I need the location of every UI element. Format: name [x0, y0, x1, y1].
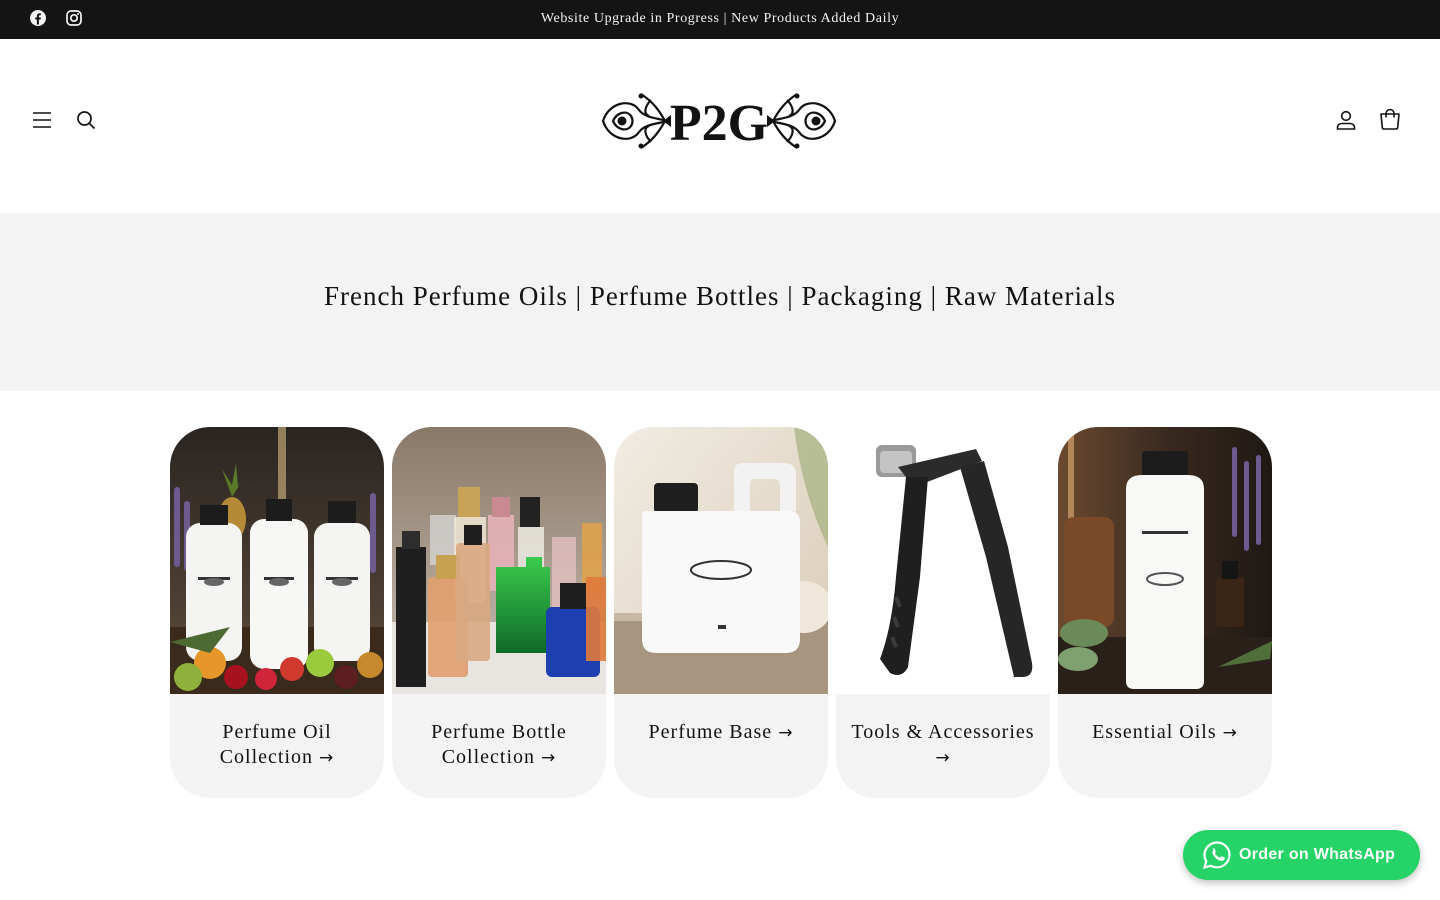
account-icon[interactable] — [1334, 108, 1358, 132]
menu-icon[interactable] — [30, 108, 54, 132]
arrow-right-icon: → — [935, 748, 951, 768]
collection-title[interactable]: Perfume Base → — [626, 720, 816, 746]
arrow-right-icon: → — [541, 748, 557, 768]
whatsapp-order-button[interactable]: Order on WhatsApp — [1183, 830, 1420, 880]
svg-text:P2G: P2G — [670, 95, 768, 152]
collection-title[interactable]: Perfume Oil Collection → — [182, 720, 372, 771]
collection-card-tools-accessories[interactable]: Tools & Accessories → — [836, 427, 1050, 798]
search-icon[interactable] — [74, 108, 98, 132]
collection-list: Perfume Oil Collection → Perfume Bottle … — [170, 427, 1272, 798]
collection-card-perfume-base[interactable]: Perfume Base → — [614, 427, 828, 798]
site-logo[interactable]: P2G — [597, 88, 841, 154]
arrow-right-icon: → — [319, 748, 335, 768]
collection-card-perfume-oil[interactable]: Perfume Oil Collection → — [170, 427, 384, 798]
whatsapp-label: Order on WhatsApp — [1239, 846, 1396, 863]
site-header: P2G — [0, 39, 1440, 213]
announcement-message: Website Upgrade in Progress | New Produc… — [540, 11, 900, 26]
collection-card-perfume-bottle[interactable]: Perfume Bottle Collection → — [392, 427, 606, 798]
crimper-tool-image — [836, 427, 1050, 694]
arrow-right-icon: → — [778, 723, 794, 743]
banner-title: French Perfume Oils | Perfume Bottles | … — [323, 281, 1117, 311]
whatsapp-icon — [1202, 840, 1232, 870]
hero-banner: French Perfume Oils | Perfume Bottles | … — [0, 213, 1440, 391]
perfume-oil-image — [170, 427, 384, 694]
announcement-bar: Website Upgrade in Progress | New Produc… — [0, 0, 1440, 39]
perfume-bottle-image — [392, 427, 606, 694]
collection-title[interactable]: Essential Oils → — [1070, 720, 1260, 746]
arrow-right-icon: → — [1222, 723, 1238, 743]
collection-title[interactable]: Tools & Accessories → — [848, 720, 1038, 771]
collection-title[interactable]: Perfume Bottle Collection → — [404, 720, 594, 771]
essential-oils-image — [1058, 427, 1272, 694]
cart-icon[interactable] — [1378, 108, 1402, 132]
perfume-base-image — [614, 427, 828, 694]
collection-card-essential-oils[interactable]: Essential Oils → — [1058, 427, 1272, 798]
